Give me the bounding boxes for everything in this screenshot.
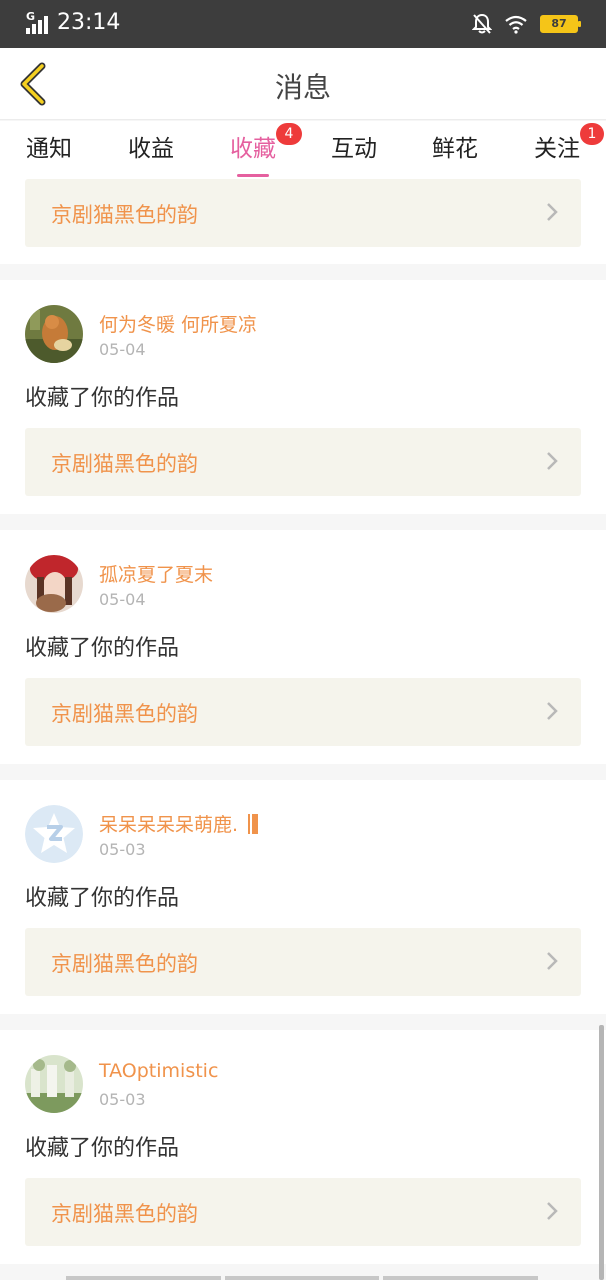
date: 05-04 <box>99 340 146 359</box>
tab-interactions[interactable]: 互动 <box>309 129 399 173</box>
tab-bar: 通知 收益 收藏 4 互动 鲜花 关注 1 <box>0 121 606 177</box>
list-item: 京剧猫黑色的韵 <box>0 177 606 264</box>
action-text: 收藏了你的作品 <box>25 386 180 411</box>
favorites-list[interactable]: 京剧猫黑色的韵 何为冬暖 何所夏凉 05-04 收藏了你的作品 京剧猫黑色的韵 <box>0 177 606 1280</box>
avatar[interactable] <box>25 305 83 363</box>
unread-badge: 4 <box>276 123 302 145</box>
username[interactable]: 孤凉夏了夏末 <box>99 560 213 587</box>
work-title: 京剧猫黑色的韵 <box>51 452 198 476</box>
date: 05-03 <box>99 1090 146 1109</box>
network-type: G <box>26 10 36 23</box>
work-title: 京剧猫黑色的韵 <box>51 952 198 976</box>
username[interactable]: 呆呆呆呆呆萌鹿. <box>99 810 260 837</box>
wifi-icon <box>505 15 527 34</box>
battery-icon: 87 <box>540 15 581 33</box>
signal-icon: G <box>26 10 52 34</box>
tab-label: 互动 <box>331 136 377 162</box>
header: 消息 <box>0 48 606 120</box>
work-title: 京剧猫黑色的韵 <box>51 1202 198 1226</box>
page-title: 消息 <box>274 71 331 104</box>
tab-label: 鲜花 <box>432 136 478 162</box>
date: 05-03 <box>99 840 146 859</box>
work-link[interactable]: 京剧猫黑色的韵 <box>25 1178 581 1246</box>
work-title: 京剧猫黑色的韵 <box>51 702 198 726</box>
work-link[interactable]: 京剧猫黑色的韵 <box>25 179 581 247</box>
mute-notification-icon <box>472 13 492 34</box>
work-link[interactable]: 京剧猫黑色的韵 <box>25 428 581 496</box>
list-item: 何为冬暖 何所夏凉 05-04 收藏了你的作品 京剧猫黑色的韵 <box>0 280 606 514</box>
list-item: TAOptimistic 05-03 收藏了你的作品 京剧猫黑色的韵 <box>0 1030 606 1264</box>
avatar[interactable] <box>25 1055 83 1113</box>
work-title: 京剧猫黑色的韵 <box>51 203 198 227</box>
tab-label: 收藏 <box>230 136 276 162</box>
bottom-edge-strip <box>66 1276 539 1280</box>
username[interactable]: 何为冬暖 何所夏凉 <box>99 310 257 337</box>
action-text: 收藏了你的作品 <box>25 636 180 661</box>
list-item: 呆呆呆呆呆萌鹿. 05-03 收藏了你的作品 京剧猫黑色的韵 <box>0 780 606 1014</box>
chevron-right-icon <box>547 702 558 720</box>
tab-label: 通知 <box>26 136 72 162</box>
status-bar: G 23:14 87 <box>0 0 606 48</box>
action-text: 收藏了你的作品 <box>25 1136 180 1161</box>
tab-favorites[interactable]: 收藏 4 <box>208 123 302 177</box>
tab-notifications[interactable]: 通知 <box>4 129 94 173</box>
tab-flowers[interactable]: 鲜花 <box>410 129 500 173</box>
tab-earnings[interactable]: 收益 <box>106 129 196 173</box>
unread-badge: 1 <box>580 123 604 145</box>
action-text: 收藏了你的作品 <box>25 886 180 911</box>
tab-label: 收益 <box>128 136 174 162</box>
chevron-right-icon <box>547 1202 558 1220</box>
scrollbar[interactable] <box>599 1025 604 1280</box>
username[interactable]: TAOptimistic <box>99 1060 218 1082</box>
list-item: 孤凉夏了夏末 05-04 收藏了你的作品 京剧猫黑色的韵 <box>0 530 606 764</box>
username-text: 呆呆呆呆呆萌鹿. <box>99 814 239 836</box>
vip-bar-icon <box>248 814 259 834</box>
tab-label: 关注 <box>534 136 580 162</box>
default-avatar-icon[interactable] <box>25 805 83 863</box>
chevron-right-icon <box>547 452 558 470</box>
work-link[interactable]: 京剧猫黑色的韵 <box>25 928 581 996</box>
chevron-right-icon <box>547 952 558 970</box>
chevron-right-icon <box>547 203 558 221</box>
date: 05-04 <box>99 590 146 609</box>
tab-following[interactable]: 关注 1 <box>512 123 604 173</box>
avatar[interactable] <box>25 555 83 613</box>
work-link[interactable]: 京剧猫黑色的韵 <box>25 678 581 746</box>
status-time: 23:14 <box>57 10 121 35</box>
battery-level: 87 <box>551 17 567 30</box>
